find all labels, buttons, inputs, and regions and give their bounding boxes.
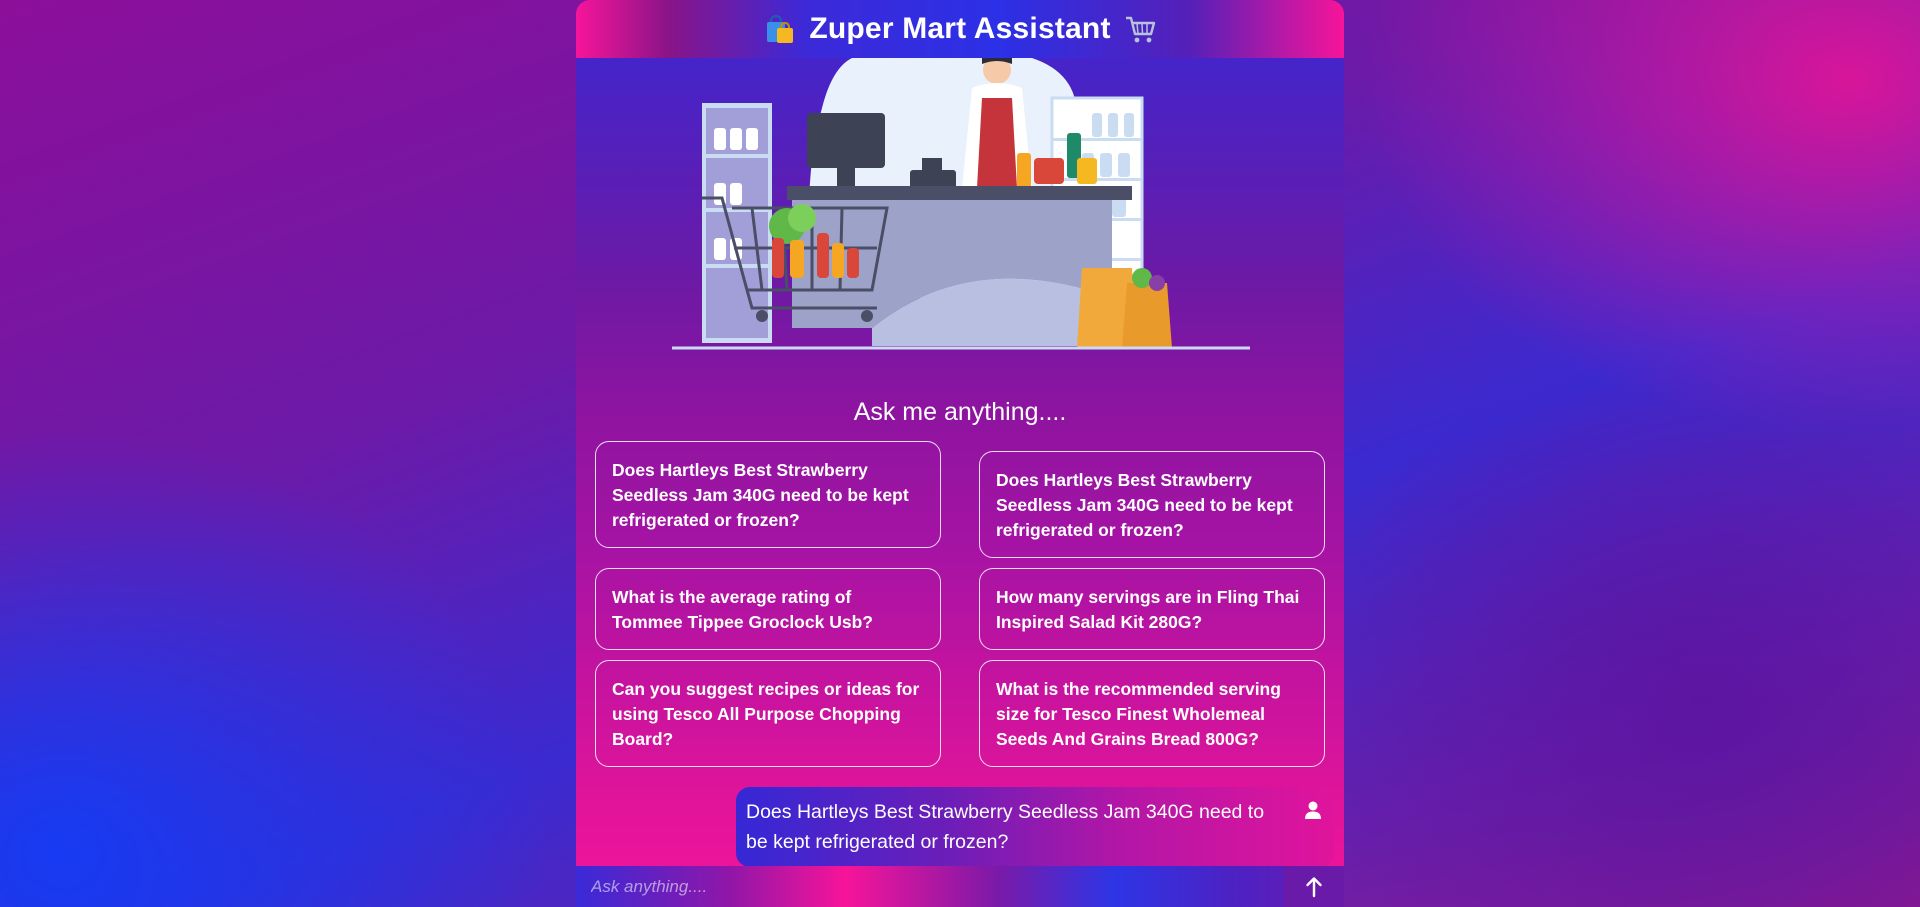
send-button[interactable] bbox=[1284, 866, 1344, 907]
suggestion-card[interactable]: Does Hartleys Best Strawberry Seedless J… bbox=[979, 451, 1325, 558]
user-message-text: Does Hartleys Best Strawberry Seedless J… bbox=[746, 801, 1265, 853]
user-message-bubble: Does Hartleys Best Strawberry Seedless J… bbox=[736, 787, 1334, 867]
suggestion-card[interactable]: How many servings are in Fling Thai Insp… bbox=[979, 568, 1325, 650]
chat-app: Zuper Mart Assistant Ask me anything....… bbox=[576, 0, 1344, 907]
user-icon bbox=[1305, 801, 1321, 819]
shopping-cart-icon bbox=[1125, 16, 1155, 43]
arrow-up-icon bbox=[1306, 876, 1322, 897]
suggestion-card[interactable]: What is the average rating of Tommee Tip… bbox=[595, 568, 941, 650]
prompt-title: Ask me anything.... bbox=[853, 398, 1067, 426]
app-title: Zuper Mart Assistant bbox=[809, 12, 1111, 45]
chat-input[interactable] bbox=[576, 866, 1284, 907]
shopping-bags-icon bbox=[767, 14, 794, 43]
suggestion-card[interactable]: What is the recommended serving size for… bbox=[979, 660, 1325, 767]
suggestion-card[interactable]: Does Hartleys Best Strawberry Seedless J… bbox=[595, 441, 941, 548]
suggestion-card[interactable]: Can you suggest recipes or ideas for usi… bbox=[595, 660, 941, 767]
grocery-store-illustration bbox=[672, 58, 1250, 350]
app-header: Zuper Mart Assistant bbox=[576, 0, 1344, 58]
chat-input-bar bbox=[576, 866, 1344, 907]
